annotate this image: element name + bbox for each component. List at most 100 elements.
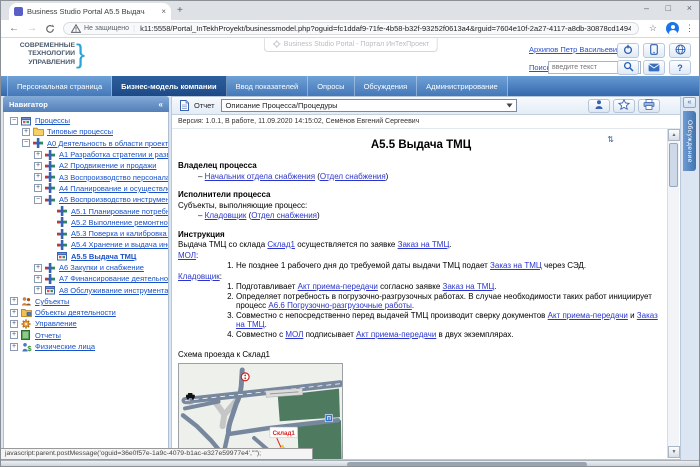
- tree-expander-icon[interactable]: −: [22, 139, 30, 147]
- scrollbar-thumb[interactable]: [669, 143, 678, 187]
- tree-link[interactable]: Физические лица: [35, 342, 95, 351]
- content-link[interactable]: МОЛ: [178, 251, 196, 260]
- portal-nav-tab-5[interactable]: Администрирование: [417, 76, 508, 96]
- report-select-value: Описание Процесса/Процедуры: [226, 101, 338, 110]
- tab-close-icon[interactable]: ×: [161, 7, 166, 16]
- tree-expander-icon[interactable]: +: [34, 275, 42, 283]
- help-button[interactable]: ?: [669, 60, 691, 75]
- search-button[interactable]: [617, 60, 639, 75]
- window-minimize-button[interactable]: –: [644, 3, 649, 13]
- refresh-icon[interactable]: [45, 24, 55, 37]
- discussion-collapse-icon[interactable]: «: [683, 97, 696, 108]
- mobile-version-button[interactable]: [643, 43, 665, 58]
- logout-button[interactable]: [617, 43, 639, 58]
- tree-link[interactable]: Отчеты: [35, 331, 61, 340]
- report-select[interactable]: Описание Процесса/Процедуры: [221, 99, 517, 112]
- content-link[interactable]: Акт приема-передачи: [356, 330, 436, 339]
- sidebar-collapse-icon[interactable]: «: [159, 100, 163, 109]
- portal-nav-tab-3[interactable]: Опросы: [308, 76, 354, 96]
- tree-link[interactable]: А5.3 Поверка и калибровка инструмента: [71, 229, 168, 238]
- tree-expander-icon[interactable]: +: [34, 173, 42, 181]
- tree-expander-icon[interactable]: +: [10, 320, 18, 328]
- portal-nav-tab-2[interactable]: Ввод показателей: [227, 76, 309, 96]
- tree-expander-icon[interactable]: +: [10, 343, 18, 351]
- content-link[interactable]: МОЛ: [285, 330, 303, 339]
- tree-expander-icon[interactable]: +: [34, 184, 42, 192]
- content-link[interactable]: Отдел снабжения: [320, 172, 386, 181]
- forward-icon[interactable]: →: [27, 23, 37, 34]
- navigator-sidebar: Навигатор « −Процессы+Типовые процессы−А…: [3, 96, 169, 460]
- content-link[interactable]: Кладовщик: [205, 211, 247, 220]
- tree-expander-icon[interactable]: +: [10, 309, 18, 317]
- browser-menu-icon[interactable]: ⋮: [685, 23, 694, 34]
- tree-item: + А2 Продвижение и продажи: [4, 160, 168, 171]
- content-link[interactable]: А6.6 Погрузочно-разгрузочные работы: [268, 301, 412, 310]
- url-text[interactable]: k11:5558/Portal_InTekhProyekt/businessmo…: [140, 24, 631, 33]
- tree-link[interactable]: А1 Разработка стратегии и развитие бизне…: [59, 150, 168, 159]
- print-button[interactable]: [638, 99, 660, 113]
- tree-link[interactable]: А5 Воспроизводство инструмента: [59, 195, 168, 204]
- profile-avatar[interactable]: [666, 22, 679, 35]
- discussion-tab[interactable]: Обсуждение: [683, 111, 696, 171]
- tree-link[interactable]: А6 Закупки и снабжение: [59, 263, 144, 272]
- tree-link[interactable]: А7 Финансирование деятельности и расчеты: [59, 274, 168, 283]
- tree-expander-icon[interactable]: +: [34, 286, 42, 294]
- tree-link[interactable]: Субъекты: [35, 297, 69, 306]
- tree-expander-icon[interactable]: −: [34, 196, 42, 204]
- tree-item: + Отчеты: [4, 330, 168, 341]
- bookmark-star-icon[interactable]: ☆: [649, 23, 657, 34]
- content-link[interactable]: Акт приема-передачи: [298, 282, 378, 291]
- content-link[interactable]: Заказ на ТМЦ: [443, 282, 495, 291]
- security-label[interactable]: Не защищено: [84, 25, 129, 32]
- url-omnibox[interactable]: Не защищено | k11:5558/Portal_InTekhProy…: [63, 22, 639, 35]
- tree-link[interactable]: А5.2 Выполнение ремонтно-восстановительн: [71, 218, 168, 227]
- window-maximize-button[interactable]: □: [666, 3, 671, 13]
- content-link[interactable]: Заказ на ТМЦ: [490, 261, 542, 270]
- tree-expander-icon[interactable]: +: [10, 331, 18, 339]
- portal-nav-tab-4[interactable]: Обсуждения: [355, 76, 418, 96]
- tree-link[interactable]: А4 Планирование и осуществление проектны…: [59, 184, 168, 193]
- favorite-button[interactable]: [613, 99, 635, 113]
- portal-nav-tab-1[interactable]: Бизнес-модель компании: [112, 76, 226, 96]
- tree-link[interactable]: А3 Воспроизводство персонала: [59, 173, 168, 182]
- search-link[interactable]: Поиск: [529, 63, 550, 72]
- tree-link[interactable]: Процессы: [35, 116, 70, 125]
- version-row: Версия: 1.0.1, В работе, 11.09.2020 14:1…: [172, 115, 680, 129]
- portal-nav-tab-0[interactable]: Персональная страница: [7, 76, 112, 96]
- content-link[interactable]: Склад1: [267, 240, 295, 249]
- language-button[interactable]: [669, 43, 691, 58]
- tree-expander-icon[interactable]: +: [22, 128, 30, 136]
- scroll-down-icon[interactable]: ▼: [668, 446, 680, 458]
- content-link[interactable]: Акт приема-передачи: [548, 311, 628, 320]
- tree-link[interactable]: Типовые процессы: [47, 127, 113, 136]
- new-tab-button[interactable]: +: [177, 5, 183, 16]
- tree-link[interactable]: Объекты деятельности: [35, 308, 116, 317]
- tree-link[interactable]: А0 Деятельность в области проектирования…: [47, 139, 168, 148]
- window-close-button[interactable]: ×: [687, 3, 692, 13]
- tree-link[interactable]: А5.1 Планирование потребности в покупке …: [71, 207, 168, 216]
- tree-expander-icon[interactable]: +: [34, 151, 42, 159]
- browser-tab[interactable]: Business Studio Portal A5.5 Выдача ×: [9, 3, 171, 20]
- tree-expander-icon[interactable]: +: [34, 264, 42, 272]
- tree-link[interactable]: Управление: [35, 319, 77, 328]
- tree-expander-icon[interactable]: +: [34, 162, 42, 170]
- content-link[interactable]: Кладовщик: [178, 272, 220, 281]
- tree-link[interactable]: А5.5 Выдача ТМЦ: [71, 252, 136, 261]
- tree-expander-icon[interactable]: −: [10, 117, 18, 125]
- horizontal-scrollbar-thumb[interactable]: [347, 462, 587, 467]
- scroll-up-icon[interactable]: ▲: [668, 129, 680, 141]
- horizontal-scrollbar[interactable]: [1, 460, 700, 467]
- content-link[interactable]: Отдел снабжения: [251, 211, 317, 220]
- tree-link[interactable]: А8 Обслуживание инструмента: [59, 286, 168, 295]
- report-doc-icon: [180, 100, 189, 111]
- tree-link[interactable]: А5.4 Хранение и выдача инструмента: [71, 240, 168, 249]
- tree-expander-icon[interactable]: +: [10, 297, 18, 305]
- subscribe-button[interactable]: [588, 99, 610, 113]
- document-scrollbar[interactable]: ▲ ▼: [667, 129, 679, 458]
- current-user-link[interactable]: Архипов Петр Васильевич: [529, 45, 621, 54]
- content-link[interactable]: Заказ на ТМЦ: [398, 240, 450, 249]
- back-icon[interactable]: ←: [9, 23, 19, 34]
- mail-button[interactable]: [643, 60, 665, 75]
- tree-link[interactable]: А2 Продвижение и продажи: [59, 161, 156, 170]
- content-link[interactable]: Начальник отдела снабжения: [205, 172, 315, 181]
